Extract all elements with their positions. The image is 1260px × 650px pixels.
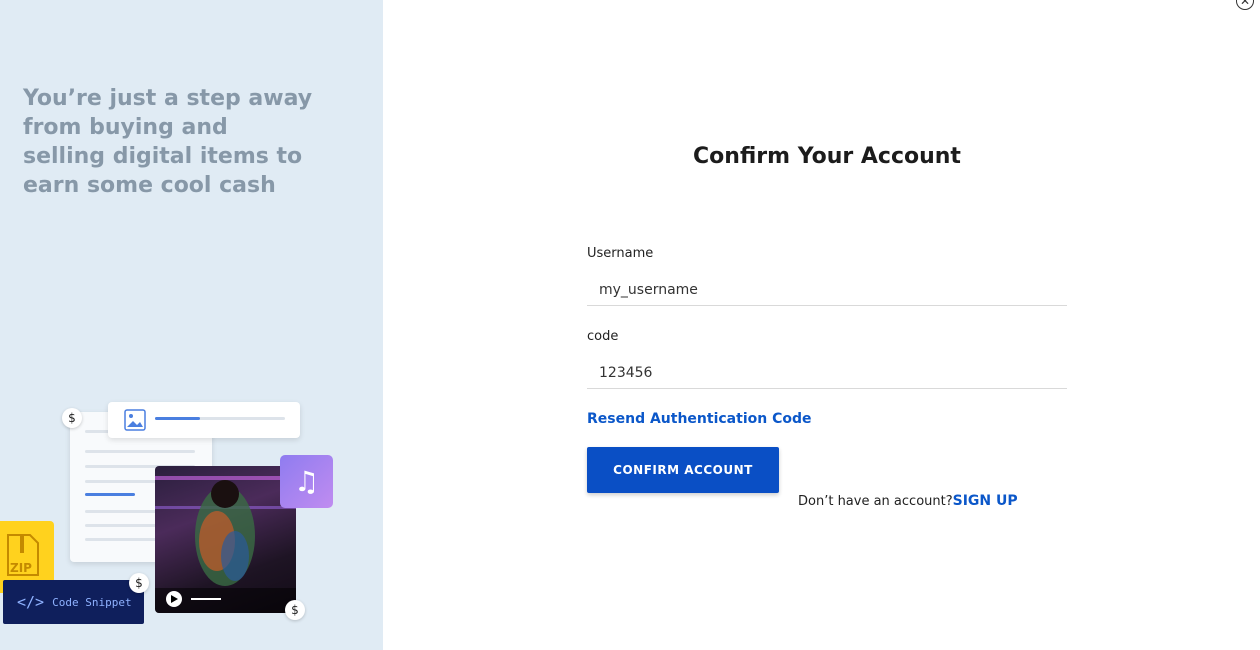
photo-illustration: [155, 476, 296, 613]
resend-code-link[interactable]: Resend Authentication Code: [587, 411, 812, 427]
concert-photo: [155, 466, 296, 613]
dollar-icon: $: [129, 573, 149, 593]
image-icon: [124, 409, 285, 431]
signup-prompt: Don’t have an account?: [798, 494, 953, 509]
music-note-icon: ♫: [280, 455, 333, 508]
signup-row: Don’t have an account?SIGN UP: [798, 493, 1018, 509]
tagline: You’re just a step away from buying and …: [23, 86, 313, 198]
doc-line: [85, 450, 195, 453]
page-title: Confirm Your Account: [693, 144, 961, 169]
code-input[interactable]: [587, 357, 1067, 389]
image-progress-card: [108, 402, 300, 438]
username-label: Username: [587, 246, 654, 261]
right-panel: [383, 0, 1260, 650]
code-snippet-card: </> Code Snippet: [3, 580, 144, 624]
dollar-icon: $: [285, 600, 305, 620]
zip-label: ZIP: [10, 561, 32, 575]
dollar-icon: $: [62, 408, 82, 428]
code-snippet-label: Code Snippet: [52, 595, 132, 609]
username-input[interactable]: [587, 274, 1067, 306]
doc-line: [85, 493, 135, 496]
code-tag-icon: </>: [17, 593, 45, 611]
signup-link[interactable]: SIGN UP: [953, 493, 1018, 509]
code-label: code: [587, 329, 619, 344]
left-panel: You’re just a step away from buying and …: [0, 0, 383, 650]
confirm-account-button[interactable]: CONFIRM ACCOUNT: [587, 447, 779, 493]
